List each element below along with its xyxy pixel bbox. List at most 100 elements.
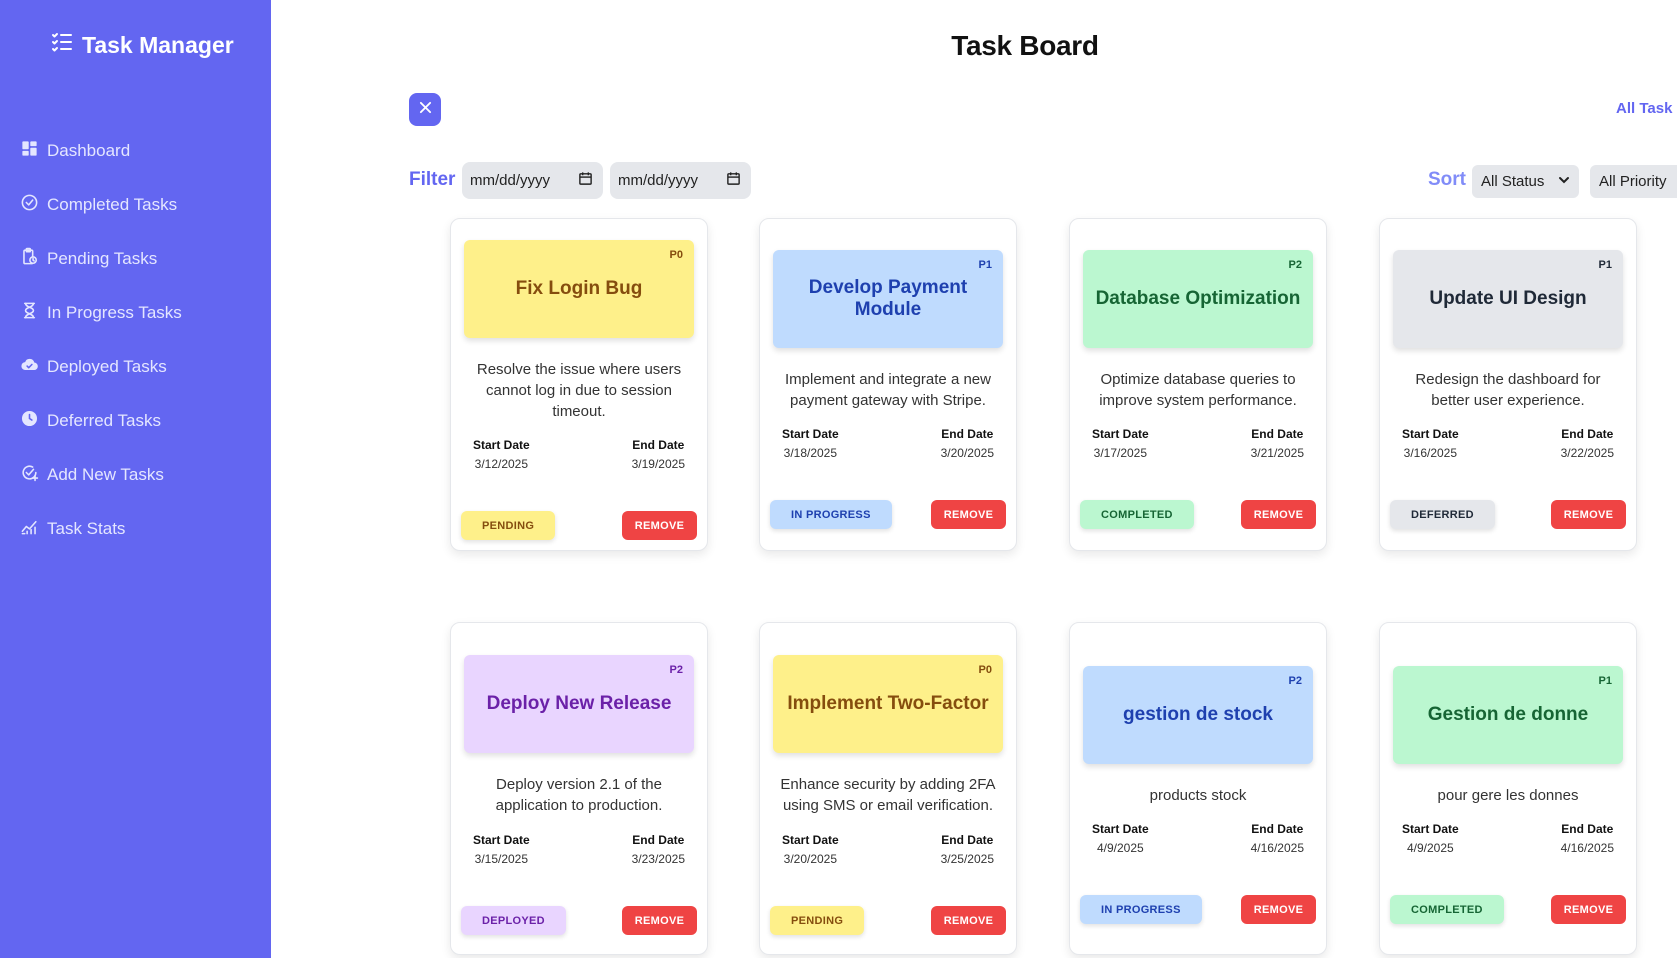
task-card-header: Implement Two-Factor P0 — [773, 655, 1003, 753]
task-title: Deploy New Release — [486, 693, 672, 714]
remove-button[interactable]: REMOVE — [1241, 895, 1316, 924]
close-icon — [419, 101, 432, 119]
task-title: Database Optimization — [1095, 288, 1301, 309]
task-description: Enhance security by adding 2FA using SMS… — [780, 776, 996, 814]
end-date-value: 3/25/2025 — [940, 852, 994, 866]
select-value: All Priority — [1599, 173, 1667, 190]
sidebar-item-label: Deferred Tasks — [47, 411, 162, 430]
status-badge: COMPLETED — [1390, 895, 1504, 924]
end-date-value: 3/20/2025 — [940, 446, 994, 460]
sidebar-item-dashboard[interactable]: Dashboard — [20, 124, 182, 178]
remove-button[interactable]: REMOVE — [931, 906, 1006, 935]
task-card: Gestion de donne P1 pour gere les donnes… — [1379, 622, 1637, 955]
priority-select[interactable]: All Priority — [1590, 165, 1677, 198]
sidebar-item-deferred-tasks[interactable]: Deferred Tasks — [20, 394, 182, 448]
close-button[interactable] — [409, 93, 441, 126]
task-dates: Start Date 3/20/2025 End Date 3/25/2025 — [782, 833, 994, 866]
start-date-value: 3/12/2025 — [474, 457, 529, 471]
remove-button[interactable]: REMOVE — [1241, 500, 1316, 529]
date-placeholder: mm/dd/yyyy — [470, 172, 551, 189]
status-badge: PENDING — [770, 906, 865, 935]
sidebar-item-add-new-tasks[interactable]: Add New Tasks — [20, 448, 182, 502]
start-date-label: Start Date — [1402, 427, 1459, 441]
remove-button[interactable]: REMOVE — [931, 500, 1006, 529]
start-date-group: Start Date 4/9/2025 — [1092, 822, 1149, 855]
sidebar-item-pending-tasks[interactable]: Pending Tasks — [20, 232, 182, 286]
task-description: pour gere les donnes — [1437, 787, 1579, 804]
date-placeholder: mm/dd/yyyy — [618, 172, 699, 189]
task-card-header: Update UI Design P1 — [1393, 250, 1623, 348]
sidebar-item-deployed-tasks[interactable]: Deployed Tasks — [20, 340, 182, 394]
sidebar-item-label: Deployed Tasks — [47, 357, 167, 376]
sidebar-item-task-stats[interactable]: Task Stats — [20, 502, 182, 556]
check-circle-icon — [20, 193, 39, 217]
priority-badge: P2 — [1288, 675, 1302, 687]
main-content: Task Board All Task ( Filter mm/dd/yyyy … — [271, 0, 1677, 958]
status-badge: IN PROGRESS — [770, 500, 892, 529]
task-description: Implement and integrate a new payment ga… — [785, 371, 991, 409]
sidebar-item-completed-tasks[interactable]: Completed Tasks — [20, 178, 182, 232]
end-date-group: End Date 3/21/2025 — [1251, 427, 1304, 460]
task-dates: Start Date 4/9/2025 End Date 4/16/2025 — [1402, 822, 1614, 855]
start-date-group: Start Date 3/15/2025 — [473, 833, 530, 866]
start-date-filter[interactable]: mm/dd/yyyy — [462, 162, 603, 199]
end-date-group: End Date 3/22/2025 — [1561, 427, 1614, 460]
task-title: Gestion de donne — [1427, 704, 1589, 725]
dashboard-icon — [20, 139, 39, 163]
sidebar-item-in-progress-tasks[interactable]: In Progress Tasks — [20, 286, 182, 340]
calendar-icon[interactable] — [578, 171, 593, 190]
start-date-value: 4/9/2025 — [1406, 841, 1454, 855]
remove-button[interactable]: REMOVE — [622, 511, 697, 540]
task-dates: Start Date 3/18/2025 End Date 3/20/2025 — [782, 427, 994, 460]
end-date-value: 4/16/2025 — [1250, 841, 1304, 855]
task-card: Deploy New Release P2 Deploy version 2.1… — [450, 622, 708, 955]
start-date-value: 3/16/2025 — [1403, 446, 1458, 460]
start-date-value: 3/15/2025 — [474, 852, 529, 866]
calendar-icon[interactable] — [726, 171, 741, 190]
clipboard-clock-icon — [20, 247, 39, 271]
start-date-label: Start Date — [473, 438, 530, 452]
cloud-check-icon — [20, 355, 39, 379]
task-card: Update UI Design P1 Redesign the dashboa… — [1379, 218, 1637, 551]
end-date-filter[interactable]: mm/dd/yyyy — [610, 162, 751, 199]
start-date-group: Start Date 3/16/2025 — [1402, 427, 1459, 460]
task-description: Optimize database queries to improve sys… — [1099, 371, 1297, 409]
task-card: Develop Payment Module P1 Implement and … — [759, 218, 1017, 551]
priority-badge: P1 — [1598, 259, 1612, 271]
priority-badge: P0 — [669, 249, 683, 261]
priority-badge: P2 — [1288, 259, 1302, 271]
remove-button[interactable]: REMOVE — [1551, 895, 1626, 924]
start-date-label: Start Date — [782, 427, 839, 441]
task-card: gestion de stock P2 products stock Start… — [1069, 622, 1327, 955]
sort-label: Sort — [1428, 169, 1466, 190]
end-date-group: End Date 3/23/2025 — [632, 833, 685, 866]
status-badge: PENDING — [461, 511, 556, 540]
end-date-value: 3/21/2025 — [1250, 446, 1304, 460]
status-select[interactable]: All Status — [1472, 165, 1579, 198]
start-date-value: 3/20/2025 — [783, 852, 838, 866]
hourglass-icon — [20, 301, 39, 325]
brand[interactable]: Task Manager — [50, 30, 234, 60]
start-date-group: Start Date 3/17/2025 — [1092, 427, 1149, 460]
task-list-icon — [50, 30, 74, 60]
remove-button[interactable]: REMOVE — [1551, 500, 1626, 529]
start-date-group: Start Date 3/20/2025 — [782, 833, 839, 866]
status-badge: IN PROGRESS — [1080, 895, 1202, 924]
brand-title: Task Manager — [82, 31, 234, 58]
task-description: Deploy version 2.1 of the application to… — [495, 776, 663, 814]
remove-button[interactable]: REMOVE — [622, 906, 697, 935]
end-date-label: End Date — [941, 427, 994, 441]
sidebar-item-label: Pending Tasks — [47, 249, 158, 268]
start-date-group: Start Date 4/9/2025 — [1402, 822, 1459, 855]
all-tasks-link[interactable]: All Task ( — [1616, 100, 1677, 117]
end-date-label: End Date — [1251, 822, 1304, 836]
task-card-header: gestion de stock P2 — [1083, 666, 1313, 764]
start-date-label: Start Date — [1092, 822, 1149, 836]
task-title: gestion de stock — [1123, 704, 1273, 725]
start-date-value: 4/9/2025 — [1096, 841, 1144, 855]
sidebar: Task Manager Dashboard Completed Tasks P… — [0, 0, 271, 958]
app: Task Manager Dashboard Completed Tasks P… — [0, 0, 1677, 958]
select-value: All Status — [1481, 173, 1545, 190]
clock-icon — [20, 409, 39, 433]
end-date-label: End Date — [1251, 427, 1304, 441]
